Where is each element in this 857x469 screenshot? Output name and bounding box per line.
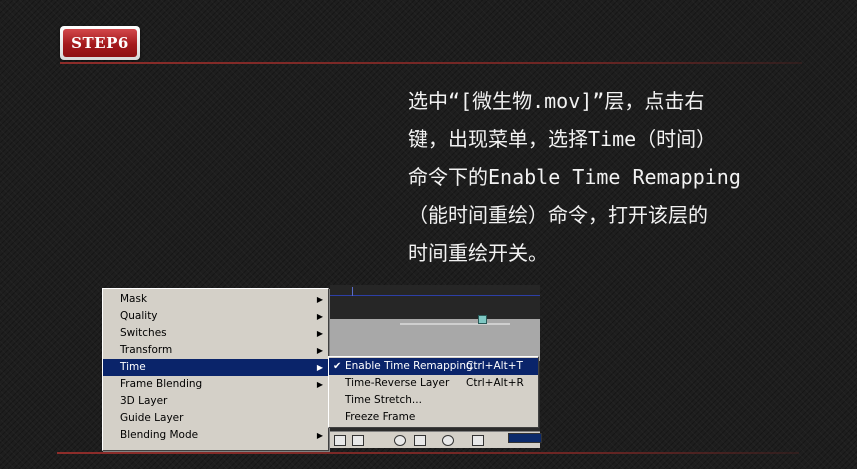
submenu-item-label: Enable Time Remapping — [345, 360, 473, 372]
motion-blur-icon[interactable] — [442, 435, 454, 446]
current-time-marker[interactable] — [352, 287, 353, 296]
time-submenu: ✔ Enable Time Remapping Ctrl+Alt+T Time-… — [328, 356, 539, 428]
submenu-item-enable-time-remapping[interactable]: ✔ Enable Time Remapping Ctrl+Alt+T — [329, 358, 538, 375]
menu-item-guide-layer[interactable]: Guide Layer — [103, 410, 328, 427]
submenu-arrow-icon: ▶ — [316, 312, 323, 321]
instruction-line: 选中“[微生物.mov]”层，点击右 — [408, 89, 705, 113]
submenu-item-label: Time Stretch... — [345, 394, 422, 406]
instruction-line: 命令下的Enable Time Remapping — [408, 165, 741, 189]
menu-item-label: Blending Mode — [120, 429, 199, 441]
frame-blend-icon[interactable] — [414, 435, 426, 446]
menu-item-label: Quality — [120, 310, 158, 322]
submenu-arrow-icon: ▶ — [316, 431, 323, 440]
top-divider — [60, 62, 802, 64]
menu-item-label: Switches — [120, 327, 167, 339]
keyframe-icon[interactable] — [478, 315, 487, 324]
menu-item-time[interactable]: Time ▶ — [103, 359, 328, 376]
menu-item-label: Guide Layer — [120, 412, 184, 424]
submenu-item-freeze-frame[interactable]: Freeze Frame — [329, 409, 538, 426]
shortcut-label: Ctrl+Alt+R — [466, 377, 524, 389]
menu-item-3d-layer[interactable]: 3D Layer — [103, 393, 328, 410]
menu-item-label: Frame Blending — [120, 378, 203, 390]
flowchart-icon[interactable] — [352, 435, 364, 446]
bottom-divider — [57, 452, 799, 454]
instruction-line: 键，出现菜单，选择Time（时间） — [408, 127, 717, 151]
menu-item-quality[interactable]: Quality ▶ — [103, 308, 328, 325]
menu-item-mask[interactable]: Mask ▶ — [103, 291, 328, 308]
layer-context-menu: Mask ▶ Quality ▶ Switches ▶ Transform ▶ Time… — [102, 288, 329, 451]
menu-item-label: Mask — [120, 293, 148, 305]
menu-item-switches[interactable]: Switches ▶ — [103, 325, 328, 342]
zoom-slider[interactable] — [508, 433, 542, 443]
submenu-arrow-icon: ▶ — [316, 329, 323, 338]
shortcut-label: Ctrl+Alt+T — [466, 360, 523, 372]
step-badge: STEP6 — [60, 26, 140, 60]
checkmark-icon: ✔ — [333, 361, 342, 372]
work-area-bar — [330, 295, 540, 296]
layer-track[interactable] — [330, 319, 540, 361]
graph-editor-icon[interactable] — [472, 435, 484, 446]
submenu-arrow-icon: ▶ — [316, 346, 323, 355]
submenu-arrow-icon: ▶ — [316, 295, 323, 304]
submenu-item-time-reverse-layer[interactable]: Time-Reverse Layer Ctrl+Alt+R — [329, 375, 538, 392]
instruction-line: 时间重绘开关。 — [408, 241, 548, 265]
step-badge-label: STEP6 — [63, 29, 137, 57]
layer-duration-bar[interactable] — [400, 323, 510, 325]
shy-icon[interactable] — [394, 435, 406, 446]
instruction-line: （能时间重绘）命令，打开该层的 — [408, 203, 708, 227]
menu-item-blending-mode[interactable]: Blending Mode ▶ — [103, 427, 328, 444]
menu-item-frame-blending[interactable]: Frame Blending ▶ — [103, 376, 328, 393]
menu-item-label: 3D Layer — [120, 395, 168, 407]
menu-item-label: Transform — [120, 344, 173, 356]
submenu-item-time-stretch[interactable]: Time Stretch... — [329, 392, 538, 409]
timeline-ruler — [330, 285, 540, 319]
submenu-arrow-icon: ▶ — [316, 363, 323, 372]
submenu-item-label: Freeze Frame — [345, 411, 416, 423]
menu-item-transform[interactable]: Transform ▶ — [103, 342, 328, 359]
submenu-item-label: Time-Reverse Layer — [345, 377, 450, 389]
submenu-arrow-icon: ▶ — [316, 380, 323, 389]
menu-item-label: Time — [120, 361, 146, 373]
instruction-text: 选中“[微生物.mov]”层，点击右 键，出现菜单，选择Time（时间） 命令下… — [408, 82, 798, 272]
comp-icon[interactable] — [334, 435, 346, 446]
